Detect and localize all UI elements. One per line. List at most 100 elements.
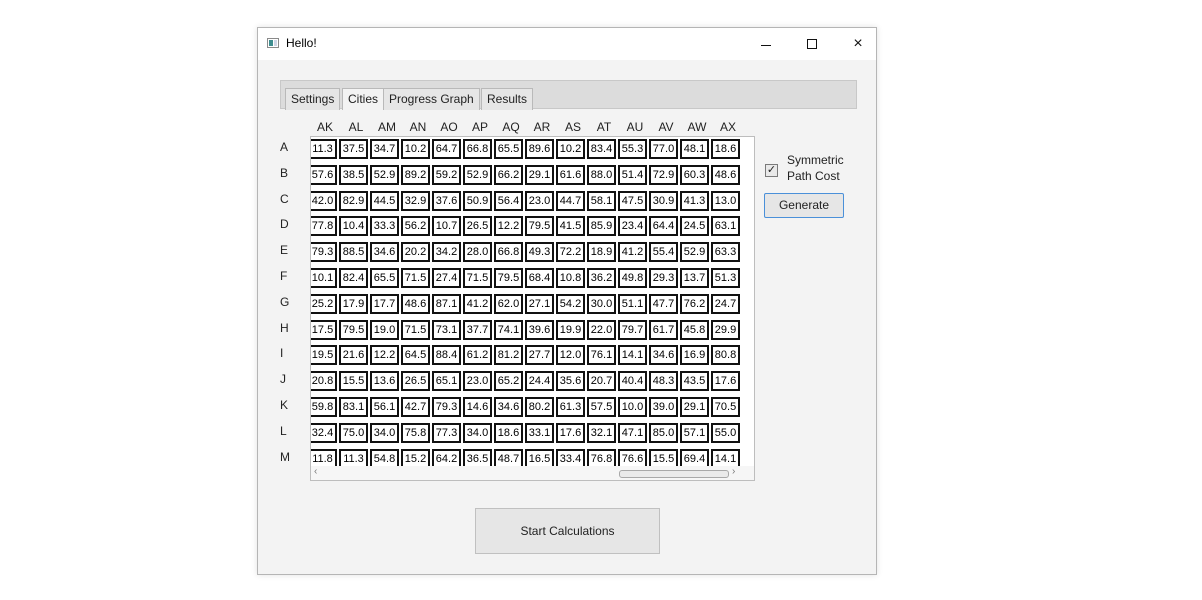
matrix-cell[interactable]: 34.0: [370, 423, 399, 443]
matrix-cell[interactable]: 18.6: [494, 423, 523, 443]
matrix-cell[interactable]: 52.9: [680, 242, 709, 262]
matrix-cell[interactable]: 35.6: [556, 371, 585, 391]
matrix-cell[interactable]: 27.4: [432, 268, 461, 288]
matrix-cell[interactable]: 82.9: [339, 191, 368, 211]
matrix-cell[interactable]: 11.3: [311, 139, 337, 159]
matrix-cell[interactable]: 14.1: [618, 345, 647, 365]
matrix-cell[interactable]: 89.6: [525, 139, 554, 159]
matrix-cell[interactable]: 89.2: [401, 165, 430, 185]
matrix-cell[interactable]: 63.1: [711, 216, 740, 236]
matrix-cell[interactable]: 12.0: [556, 345, 585, 365]
matrix-cell[interactable]: 66.2: [494, 165, 523, 185]
matrix-cell[interactable]: 79.7: [618, 320, 647, 340]
matrix-cell[interactable]: 65.1: [432, 371, 461, 391]
matrix-cell[interactable]: 77.3: [432, 423, 461, 443]
matrix-cell[interactable]: 23.0: [463, 371, 492, 391]
matrix-cell[interactable]: 77.8: [311, 216, 337, 236]
minimize-button[interactable]: [743, 28, 789, 60]
matrix-cell[interactable]: 75.8: [401, 423, 430, 443]
matrix-cell[interactable]: 37.5: [339, 139, 368, 159]
matrix-cell[interactable]: 88.0: [587, 165, 616, 185]
matrix-cell[interactable]: 71.5: [463, 268, 492, 288]
matrix-cell[interactable]: 79.3: [311, 242, 337, 262]
matrix-cell[interactable]: 51.3: [711, 268, 740, 288]
scroll-right-icon[interactable]: ›: [732, 466, 735, 477]
matrix-cell[interactable]: 24.5: [680, 216, 709, 236]
matrix-cell[interactable]: 34.6: [370, 242, 399, 262]
matrix-cell[interactable]: 34.2: [432, 242, 461, 262]
matrix-cell[interactable]: 48.6: [401, 294, 430, 314]
matrix-cell[interactable]: 36.2: [587, 268, 616, 288]
matrix-cell[interactable]: 34.6: [494, 397, 523, 417]
horizontal-scroll-thumb[interactable]: [619, 470, 729, 478]
tab-progress-graph[interactable]: Progress Graph: [383, 88, 480, 110]
matrix-cell[interactable]: 12.2: [370, 345, 399, 365]
matrix-cell[interactable]: 29.1: [680, 397, 709, 417]
matrix-cell[interactable]: 47.1: [618, 423, 647, 443]
matrix-cell[interactable]: 13.7: [680, 268, 709, 288]
matrix-cell[interactable]: 63.3: [711, 242, 740, 262]
matrix-cell[interactable]: 49.8: [618, 268, 647, 288]
matrix-cell[interactable]: 37.7: [463, 320, 492, 340]
matrix-cell[interactable]: 15.5: [339, 371, 368, 391]
matrix-cell[interactable]: 57.5: [587, 397, 616, 417]
matrix-cell[interactable]: 29.1: [525, 165, 554, 185]
matrix-cell[interactable]: 64.7: [432, 139, 461, 159]
matrix-cell[interactable]: 39.0: [649, 397, 678, 417]
matrix-cell[interactable]: 10.2: [556, 139, 585, 159]
matrix-cell[interactable]: 17.6: [556, 423, 585, 443]
matrix-cell[interactable]: 59.2: [432, 165, 461, 185]
matrix-cell[interactable]: 77.0: [649, 139, 678, 159]
matrix-cell[interactable]: 85.9: [587, 216, 616, 236]
matrix-cell[interactable]: 13.0: [711, 191, 740, 211]
matrix-cell[interactable]: 70.5: [711, 397, 740, 417]
matrix-cell[interactable]: 14.6: [463, 397, 492, 417]
matrix-cell[interactable]: 19.0: [370, 320, 399, 340]
matrix-cell[interactable]: 30.0: [587, 294, 616, 314]
matrix-cell[interactable]: 17.9: [339, 294, 368, 314]
matrix-cell[interactable]: 32.9: [401, 191, 430, 211]
matrix-cell[interactable]: 88.4: [432, 345, 461, 365]
matrix-cell[interactable]: 54.2: [556, 294, 585, 314]
matrix-cell[interactable]: 26.5: [401, 371, 430, 391]
matrix-cell[interactable]: 72.2: [556, 242, 585, 262]
matrix-cell[interactable]: 79.5: [494, 268, 523, 288]
cost-matrix-table[interactable]: 11.3 37.5 34.7 10.2 64.7 66.8 65.5 89.6 10.2 83.4…: [310, 136, 755, 481]
matrix-cell[interactable]: 59.8: [311, 397, 337, 417]
matrix-cell[interactable]: 34.0: [463, 423, 492, 443]
matrix-cell[interactable]: 12.2: [494, 216, 523, 236]
matrix-cell[interactable]: 24.7: [711, 294, 740, 314]
matrix-cell[interactable]: 25.2: [311, 294, 337, 314]
matrix-cell[interactable]: 33.1: [525, 423, 554, 443]
horizontal-scrollbar[interactable]: ‹ ›: [311, 466, 754, 480]
matrix-cell[interactable]: 29.9: [711, 320, 740, 340]
matrix-cell[interactable]: 48.1: [680, 139, 709, 159]
matrix-cell[interactable]: 27.7: [525, 345, 554, 365]
matrix-cell[interactable]: 56.1: [370, 397, 399, 417]
matrix-cell[interactable]: 71.5: [401, 268, 430, 288]
matrix-cell[interactable]: 18.9: [587, 242, 616, 262]
matrix-cell[interactable]: 66.8: [463, 139, 492, 159]
matrix-cell[interactable]: 75.0: [339, 423, 368, 443]
matrix-cell[interactable]: 10.2: [401, 139, 430, 159]
matrix-cell[interactable]: 56.2: [401, 216, 430, 236]
matrix-cell[interactable]: 40.4: [618, 371, 647, 391]
matrix-cell[interactable]: 76.2: [680, 294, 709, 314]
matrix-cell[interactable]: 19.5: [311, 345, 337, 365]
matrix-cell[interactable]: 55.3: [618, 139, 647, 159]
matrix-cell[interactable]: 62.0: [494, 294, 523, 314]
tab-settings[interactable]: Settings: [285, 88, 341, 110]
matrix-cell[interactable]: 13.6: [370, 371, 399, 391]
matrix-cell[interactable]: 88.5: [339, 242, 368, 262]
matrix-cell[interactable]: 61.7: [649, 320, 678, 340]
matrix-cell[interactable]: 65.5: [494, 139, 523, 159]
matrix-cell[interactable]: 74.1: [494, 320, 523, 340]
matrix-cell[interactable]: 30.9: [649, 191, 678, 211]
matrix-cell[interactable]: 43.5: [680, 371, 709, 391]
matrix-cell[interactable]: 20.8: [311, 371, 337, 391]
close-button[interactable]: ×: [835, 28, 881, 60]
matrix-cell[interactable]: 79.5: [339, 320, 368, 340]
matrix-cell[interactable]: 45.8: [680, 320, 709, 340]
matrix-cell[interactable]: 16.9: [680, 345, 709, 365]
matrix-cell[interactable]: 65.2: [494, 371, 523, 391]
